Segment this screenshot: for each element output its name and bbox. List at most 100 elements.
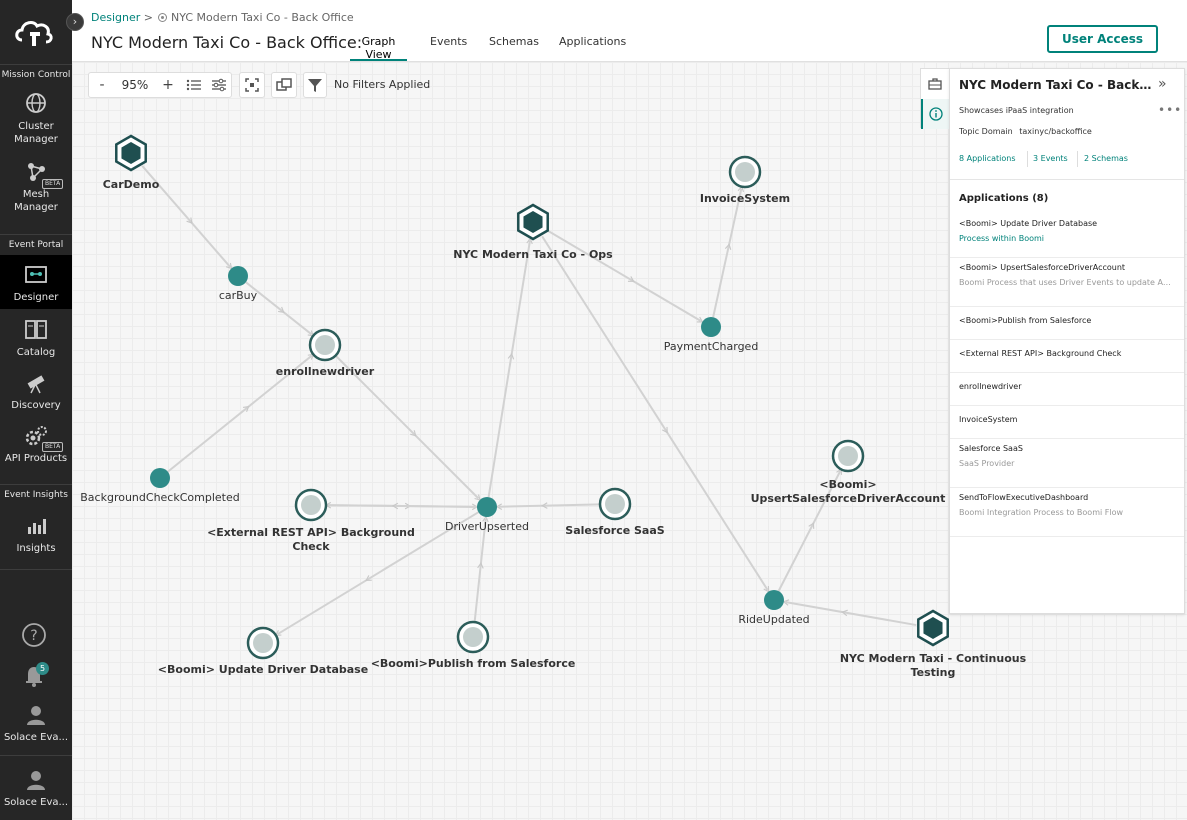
zoom-in-button[interactable]: + [157,73,179,97]
application-name: Salesforce SaaS [959,444,1023,453]
sidebar-item-catalog[interactable]: Catalog [0,318,72,359]
copy-layout-icon [276,78,292,91]
sidebar-item-discovery[interactable]: Discovery [0,371,72,412]
panel-tab-briefcase[interactable] [921,69,949,99]
filter-icon [308,79,322,92]
graph-node-boomiupsert[interactable]: <Boomi>UpsertSalesforceDriverAccount [751,439,946,505]
application-row[interactable]: <Boomi> Update Driver Database Process wi… [950,214,1184,258]
filter-button[interactable] [303,72,327,98]
node-label: Salesforce SaaS [565,524,664,537]
application-name: <External REST API> Background Check [959,349,1122,358]
stat-applications[interactable]: 8 Applications [959,154,1016,163]
section-event-insights: Event Insights [0,484,72,504]
stat-events[interactable]: 3 Events [1033,154,1068,163]
graph-node-carbuy[interactable]: carBuy [219,266,258,302]
node-label: <Boomi>Publish from Salesforce [371,657,576,670]
node-label: RideUpdated [738,613,809,626]
node-label: CarDemo [103,178,160,191]
application-row[interactable]: <External REST API> Background Check [950,340,1184,373]
page-title: NYC Modern Taxi Co - Back Office: [91,33,363,52]
sidebar-item-designer[interactable]: Designer [0,255,72,309]
api-products-beta-badge: BETA [42,442,64,452]
sidebar-label-cluster: Cluster [18,121,54,132]
stat-schemas[interactable]: 2 Schemas [1084,154,1128,163]
sidebar-label-mesh: Mesh [22,189,50,200]
graph-node-salesforcesaas[interactable]: Salesforce SaaS [565,487,665,537]
sidebar-label-designer: Designer [13,292,59,303]
application-description: SaaS Provider [959,459,1015,468]
breadcrumb-designer-link[interactable]: Designer [91,11,140,24]
sidebar-item-cluster-manager[interactable]: Cluster Manager [0,92,72,146]
graph-node-updatedriverdb[interactable]: <Boomi> Update Driver Database [158,626,368,676]
node-label: Testing [911,666,956,679]
tab-applications[interactable]: Applications [559,35,626,61]
edge-salesforcesaas-to-driverupserted [498,503,601,508]
zoom-out-button[interactable]: - [91,73,113,97]
graph-node-publishsf[interactable]: <Boomi>Publish from Salesforce [371,620,576,670]
application-node-inner [315,335,335,355]
more-options-icon[interactable]: ••• [1158,103,1182,117]
zoom-toolbar: - 95% + [88,72,232,98]
application-row[interactable]: enrollnewdriver [950,373,1184,406]
info-icon [929,107,943,121]
node-label: BackgroundCheckCompleted [80,491,239,504]
graph-node-invoicesystem[interactable]: InvoiceSystem [700,155,790,205]
tab-events[interactable]: Events [430,35,467,61]
user-icon [27,706,45,725]
collapse-panel-icon[interactable]: » [1158,76,1167,92]
list-icon[interactable] [183,73,205,97]
application-description: Boomi Integration Process to Boomi Flow [959,508,1124,517]
notification-badge: 5 [36,662,49,675]
edge-driverupserted-to-extrest [327,504,478,508]
graph-node-cardemo[interactable]: CarDemo [103,134,160,191]
graph-node-paymentcharged[interactable]: PaymentCharged [664,317,759,353]
section-mission-control: Mission Control [0,64,72,84]
designer-icon [25,266,47,283]
svg-text:?: ? [30,628,37,644]
solace-logo-icon[interactable] [12,12,56,52]
node-label: UpsertSalesforceDriverAccount [751,492,946,505]
node-label: PaymentCharged [664,340,759,353]
graph-node-driverupserted[interactable]: DriverUpserted [445,497,529,533]
breadcrumb-current: NYC Modern Taxi Co - Back Office [171,11,354,24]
application-row[interactable]: <Boomi> UpsertSalesforceDriverAccount Boo… [950,258,1184,307]
fit-view-button[interactable] [239,72,265,98]
graph-node-enrollnewdriver[interactable]: enrollnewdriver [276,328,375,378]
node-label: InvoiceSystem [700,192,790,205]
edge-paymentcharged-to-invoicesystem [712,188,743,318]
info-panel: NYC Modern Taxi Co - Back Office » Showc… [949,68,1185,614]
application-row[interactable]: SendToFlowExecutiveDashboard Boomi Integr… [950,488,1184,537]
node-label: NYC Modern Taxi - Continuous [840,652,1027,665]
layout-button[interactable] [271,72,297,98]
node-label: carBuy [219,289,258,302]
panel-tab-info[interactable] [921,99,949,129]
sidebar-divider [0,569,72,570]
application-row[interactable]: Salesforce SaaS SaaS Provider [950,439,1184,488]
application-name: InvoiceSystem [959,415,1018,424]
application-row[interactable]: InvoiceSystem [950,406,1184,439]
sidebar-label-discovery: Discovery [11,400,61,411]
user-access-button[interactable]: User Access [1047,25,1158,53]
help-icon[interactable]: ? [21,622,47,648]
graph-node-continuoustesting[interactable]: NYC Modern Taxi - ContinuousTesting [840,609,1027,679]
graph-node-backgroundcheckcompleted[interactable]: BackgroundCheckCompleted [80,468,240,504]
graph-node-ops[interactable]: NYC Modern Taxi Co - Ops [453,203,613,261]
telescope-icon [27,375,45,394]
sidebar-user-2[interactable]: Solace Eva... [0,768,72,809]
sliders-icon[interactable] [208,73,230,97]
sidebar-expand-button[interactable]: › [66,13,84,31]
sidebar-user-1[interactable]: Solace Eva... [0,703,72,744]
stat-divider [1077,151,1078,167]
tab-schemas[interactable]: Schemas [489,35,539,61]
sidebar-item-insights[interactable]: Insights [0,514,72,555]
graph-node-rideupdated[interactable]: RideUpdated [738,590,810,626]
application-description: Boomi Process that uses Driver Events to… [959,278,1174,287]
node-label: <Boomi> Update Driver Database [158,663,368,676]
node-label: DriverUpserted [445,520,529,533]
panel-divider [950,179,1184,180]
sidebar-label-cluster-2: Manager [14,134,58,145]
tab-graph-view[interactable]: Graph View [350,35,407,61]
application-row[interactable]: <Boomi>Publish from Salesforce [950,307,1184,340]
mesh-beta-badge: BETA [42,179,64,189]
topic-domain-label: Topic Domain [959,127,1013,136]
